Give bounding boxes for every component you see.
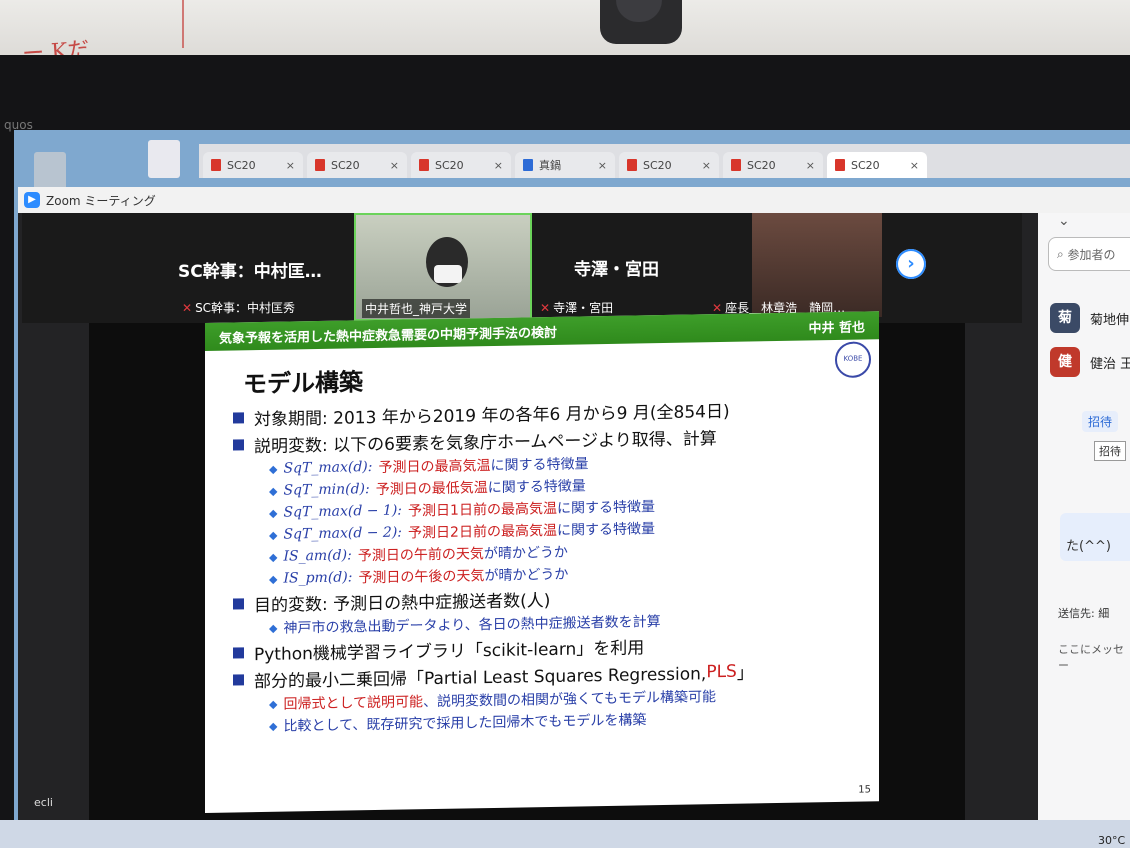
participant-search-input[interactable]: ⌕ 参加者の bbox=[1048, 237, 1130, 271]
zoom-window: ▶ Zoom ミーティング SC幹事：中村匡… ✕ SC幹事：中村匡秀 中井哲也_… bbox=[18, 187, 1130, 848]
participant-name: SC幹事：中村匡… bbox=[178, 262, 322, 282]
chevron-down-icon[interactable]: ⌄ bbox=[1058, 213, 1070, 229]
pdf-icon bbox=[627, 159, 637, 171]
presentation-slide: 気象予報を活用した熱中症救急需要の中期予測手法の検討 中井 哲也 KOBE モデ… bbox=[205, 311, 879, 813]
pdf-icon bbox=[315, 159, 325, 171]
participant-caption: 中井哲也_神戸大学 bbox=[362, 299, 471, 318]
browser-tab[interactable]: SC20 × bbox=[307, 152, 407, 178]
mic-muted-icon: ✕ bbox=[712, 301, 723, 315]
mic-muted-icon: ✕ bbox=[540, 301, 551, 315]
participants-chat-panel: ⌄ ⌕ 参加者の 菊 菊地伸 健 健治 王 招待 招待 た(^^) 送信先: 細… bbox=[1038, 213, 1130, 848]
diamond-bullet-icon: ◆ bbox=[269, 484, 278, 498]
chat-message: た(^^) bbox=[1060, 513, 1130, 561]
square-bullet-icon bbox=[233, 674, 244, 686]
whiteboard-mark bbox=[182, 0, 184, 48]
browser-tab[interactable]: SC20 × bbox=[203, 152, 303, 178]
send-to-select[interactable]: 細 bbox=[1098, 607, 1109, 620]
pdf-icon bbox=[731, 159, 741, 171]
browser-tab-strip: SC20 × SC20 × SC20 × 真鍋 × SC20 × SC20 × SC20 × bbox=[199, 144, 1130, 178]
slide-header-title: 気象予報を活用した熱中症救急需要の中期予測手法の検討 bbox=[219, 325, 558, 347]
close-icon[interactable]: × bbox=[286, 159, 295, 172]
monitor-screen: SC20 × SC20 × SC20 × 真鍋 × SC20 × SC20 × SC20 × … bbox=[14, 130, 1130, 848]
close-icon[interactable]: × bbox=[702, 159, 711, 172]
diamond-bullet-icon: ◆ bbox=[269, 462, 278, 476]
chat-message-input[interactable]: ここにメッセー bbox=[1058, 641, 1130, 673]
slide-header-author: 中井 哲也 bbox=[808, 319, 865, 336]
slide-page-number: 15 bbox=[858, 784, 871, 796]
participant-name[interactable]: 健治 王 bbox=[1090, 353, 1130, 372]
participant-name: 寺澤・宮田 bbox=[574, 260, 659, 280]
slide-title: モデル構築 bbox=[243, 368, 363, 399]
participant-video-tile[interactable]: ✕ 座長＿林章浩＿静岡… bbox=[712, 213, 882, 317]
screen-share-area: 気象予報を活用した熱中症救急需要の中期予測手法の検討 中井 哲也 KOBE モデ… bbox=[89, 311, 965, 823]
diamond-bullet-icon: ◆ bbox=[269, 719, 278, 733]
participant-tile[interactable]: SC幹事：中村匡… ✕ SC幹事：中村匡秀 bbox=[22, 213, 352, 317]
zoom-titlebar: ▶ Zoom ミーティング bbox=[18, 187, 1130, 213]
square-bullet-icon bbox=[233, 439, 244, 451]
invite-button[interactable]: 招待 bbox=[1082, 411, 1119, 432]
participant-gallery: SC幹事：中村匡… ✕ SC幹事：中村匡秀 中井哲也_神戸大学 寺澤・宮田 ✕ 寺澤… bbox=[22, 213, 1022, 323]
close-icon[interactable]: × bbox=[910, 159, 919, 172]
wall-background bbox=[0, 0, 1130, 60]
square-bullet-icon bbox=[233, 412, 244, 424]
invite-tooltip: 招待 bbox=[1094, 441, 1126, 461]
square-bullet-icon bbox=[233, 647, 244, 659]
pdf-icon bbox=[835, 159, 845, 171]
diamond-bullet-icon: ◆ bbox=[269, 621, 278, 635]
pdf-icon bbox=[211, 159, 221, 171]
close-icon[interactable]: × bbox=[390, 159, 399, 172]
browser-tab[interactable]: 真鍋 × bbox=[515, 152, 615, 178]
browser-tab[interactable]: SC20 × bbox=[411, 152, 511, 178]
face-mask bbox=[434, 265, 462, 283]
taskbar bbox=[0, 820, 1130, 848]
zoom-window-title: Zoom ミーティング bbox=[46, 193, 156, 208]
slide-body: 対象期間: 2013 年から2019 年の各年6 月から9 月(全854日) 説… bbox=[233, 394, 879, 736]
weather-indicator[interactable]: 30°C bbox=[1098, 834, 1125, 847]
participant-name[interactable]: 菊地伸 bbox=[1090, 309, 1129, 328]
close-icon[interactable]: × bbox=[598, 159, 607, 172]
close-icon[interactable]: × bbox=[806, 159, 815, 172]
diamond-bullet-icon: ◆ bbox=[269, 697, 278, 711]
diamond-bullet-icon: ◆ bbox=[269, 506, 278, 520]
diamond-bullet-icon: ◆ bbox=[269, 572, 278, 586]
send-to-label: 送信先: 細 bbox=[1058, 607, 1110, 620]
close-icon[interactable]: × bbox=[494, 159, 503, 172]
chevron-right-icon[interactable]: › bbox=[896, 249, 926, 279]
desktop-notepad-icon[interactable] bbox=[148, 140, 180, 178]
diamond-bullet-icon: ◆ bbox=[269, 528, 278, 542]
participant-video-tile[interactable]: 中井哲也_神戸大学 bbox=[354, 213, 532, 321]
zoom-logo-icon: ▶ bbox=[24, 192, 40, 208]
avatar: 菊 bbox=[1050, 303, 1080, 333]
mic-muted-icon: ✕ bbox=[182, 301, 193, 315]
avatar: 健 bbox=[1050, 347, 1080, 377]
desktop-edge-label: ecli bbox=[34, 796, 53, 809]
browser-tab-active[interactable]: SC20 × bbox=[827, 152, 927, 178]
participant-caption: SC幹事：中村匡秀 bbox=[195, 301, 296, 315]
doc-icon bbox=[523, 159, 533, 171]
browser-tab[interactable]: SC20 × bbox=[619, 152, 719, 178]
desktop-file-icon[interactable] bbox=[34, 152, 66, 190]
search-icon: ⌕ bbox=[1057, 246, 1068, 261]
browser-tab[interactable]: SC20 × bbox=[723, 152, 823, 178]
diamond-bullet-icon: ◆ bbox=[269, 550, 278, 564]
participant-caption: 寺澤・宮田 bbox=[553, 301, 614, 315]
pdf-icon bbox=[419, 159, 429, 171]
square-bullet-icon bbox=[233, 598, 244, 610]
